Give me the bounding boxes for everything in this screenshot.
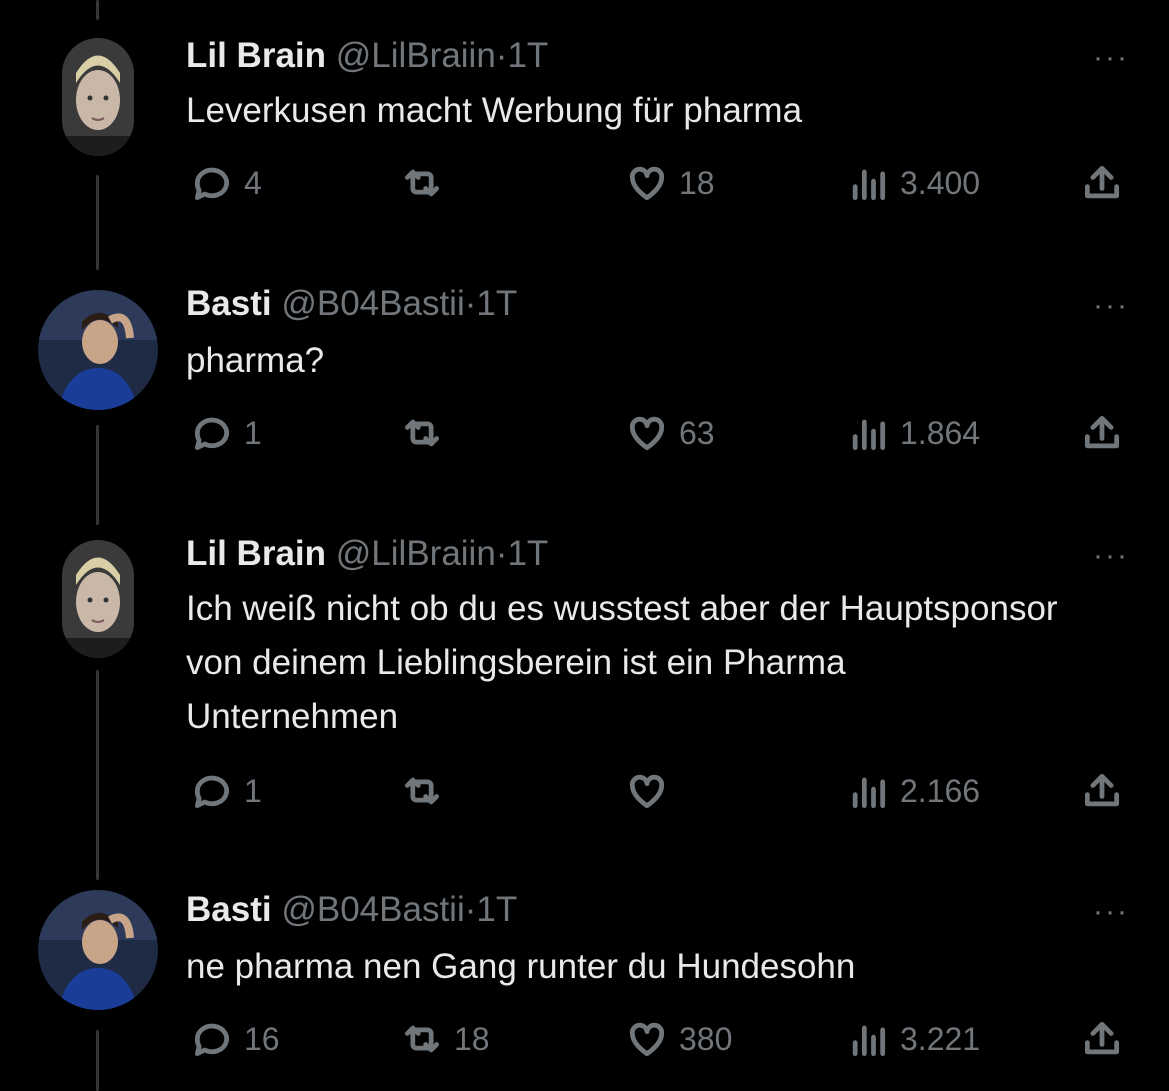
- retweet-button[interactable]: 18: [400, 1014, 490, 1064]
- avatar[interactable]: [62, 38, 134, 156]
- tweet-text: pharma?: [186, 341, 325, 380]
- views-count: 2.166: [900, 772, 981, 809]
- tweet-header: Basti @B04Bastii·1T: [186, 284, 517, 324]
- reply-count: 1: [244, 772, 262, 809]
- reply-count: 1: [244, 414, 262, 451]
- separator: ·: [464, 890, 477, 929]
- like-icon: [629, 166, 665, 201]
- views-icon: [852, 777, 886, 809]
- avatar[interactable]: [38, 290, 158, 410]
- display-name[interactable]: Lil Brain: [186, 534, 326, 573]
- like-button[interactable]: 18: [625, 158, 715, 208]
- retweet-icon: [404, 419, 440, 447]
- display-name[interactable]: Lil Brain: [186, 36, 326, 75]
- views-count: 1.864: [900, 414, 981, 451]
- more-icon[interactable]: ···: [1093, 43, 1129, 73]
- like-count: 63: [679, 414, 715, 451]
- tweet[interactable]: Lil Brain @LilBraiin·1T ··· Ich weiß nic…: [0, 520, 1169, 880]
- avatar[interactable]: [62, 540, 134, 658]
- tweet[interactable]: Lil Brain @LilBraiin·1T ··· Leverkusen m…: [0, 0, 1169, 250]
- share-icon: [1084, 415, 1120, 449]
- like-icon: [629, 416, 665, 451]
- retweet-button[interactable]: [400, 408, 454, 458]
- tweet-text: ne pharma nen Gang runter du Hundesohn: [186, 947, 856, 986]
- action-bar: 1 2.166: [0, 766, 1169, 816]
- timestamp[interactable]: 1T: [476, 890, 517, 929]
- user-handle[interactable]: @B04Bastii: [281, 890, 464, 929]
- user-handle[interactable]: @LilBraiin: [336, 534, 496, 573]
- tweet[interactable]: Basti @B04Bastii·1T ··· ne pharma nen Ga…: [0, 880, 1169, 1091]
- avatar[interactable]: [38, 890, 158, 1010]
- separator: ·: [495, 534, 508, 573]
- like-count: 18: [679, 164, 715, 201]
- like-count: 380: [679, 1020, 733, 1057]
- reply-button[interactable]: 16: [190, 1014, 280, 1064]
- action-bar: 4 18 3.400: [0, 158, 1169, 208]
- views-button[interactable]: 3.400: [846, 158, 980, 208]
- tweet-header: Basti @B04Bastii·1T: [186, 890, 517, 930]
- timestamp[interactable]: 1T: [507, 36, 548, 75]
- reply-icon: [194, 417, 230, 451]
- tweet-header: Lil Brain @LilBraiin·1T: [186, 36, 548, 76]
- reply-button[interactable]: 4: [190, 158, 262, 208]
- action-bar: 16 18 380 3.221: [0, 1014, 1169, 1064]
- separator: ·: [495, 36, 508, 75]
- tweet-header: Lil Brain @LilBraiin·1T: [186, 534, 548, 574]
- timestamp[interactable]: 1T: [507, 534, 548, 573]
- more-icon[interactable]: ···: [1093, 541, 1129, 571]
- share-icon: [1084, 773, 1120, 807]
- timestamp[interactable]: 1T: [476, 284, 517, 323]
- tweet[interactable]: Basti @B04Bastii·1T ··· pharma? 1 63 1.8…: [0, 270, 1169, 520]
- retweet-icon: [404, 169, 440, 197]
- reply-icon: [194, 1023, 230, 1057]
- tweet-text: Ich weiß nicht ob du es wusstest aber de…: [186, 589, 1058, 736]
- display-name[interactable]: Basti: [186, 890, 272, 929]
- tweet-text: Leverkusen macht Werbung für pharma: [186, 91, 803, 130]
- views-button[interactable]: 1.864: [846, 408, 980, 458]
- reply-button[interactable]: 1: [190, 766, 262, 816]
- views-count: 3.400: [900, 164, 981, 201]
- share-button[interactable]: [1080, 408, 1124, 458]
- share-icon: [1084, 165, 1120, 199]
- retweet-count: 18: [454, 1020, 490, 1057]
- share-button[interactable]: [1080, 158, 1124, 208]
- like-icon: [629, 1022, 665, 1057]
- reply-icon: [194, 775, 230, 809]
- reply-count: 16: [244, 1020, 280, 1057]
- views-icon: [852, 419, 886, 451]
- user-handle[interactable]: @B04Bastii: [281, 284, 464, 323]
- reply-button[interactable]: 1: [190, 408, 262, 458]
- retweet-icon: [404, 777, 440, 805]
- reply-count: 4: [244, 164, 262, 201]
- retweet-button[interactable]: [400, 158, 454, 208]
- views-icon: [852, 169, 886, 201]
- like-button[interactable]: 63: [625, 408, 715, 458]
- more-icon[interactable]: ···: [1093, 291, 1129, 321]
- like-button[interactable]: 380: [625, 1014, 732, 1064]
- user-handle[interactable]: @LilBraiin: [336, 36, 496, 75]
- more-icon[interactable]: ···: [1093, 897, 1129, 927]
- retweet-button[interactable]: [400, 766, 454, 816]
- views-button[interactable]: 2.166: [846, 766, 980, 816]
- share-button[interactable]: [1080, 766, 1124, 816]
- share-icon: [1084, 1021, 1120, 1055]
- share-button[interactable]: [1080, 1014, 1124, 1064]
- like-icon: [629, 774, 665, 809]
- separator: ·: [464, 284, 477, 323]
- views-button[interactable]: 3.221: [846, 1014, 980, 1064]
- views-icon: [852, 1025, 886, 1057]
- retweet-icon: [404, 1025, 440, 1053]
- display-name[interactable]: Basti: [186, 284, 272, 323]
- reply-icon: [194, 167, 230, 201]
- action-bar: 1 63 1.864: [0, 408, 1169, 458]
- views-count: 3.221: [900, 1020, 981, 1057]
- like-button[interactable]: [625, 766, 679, 816]
